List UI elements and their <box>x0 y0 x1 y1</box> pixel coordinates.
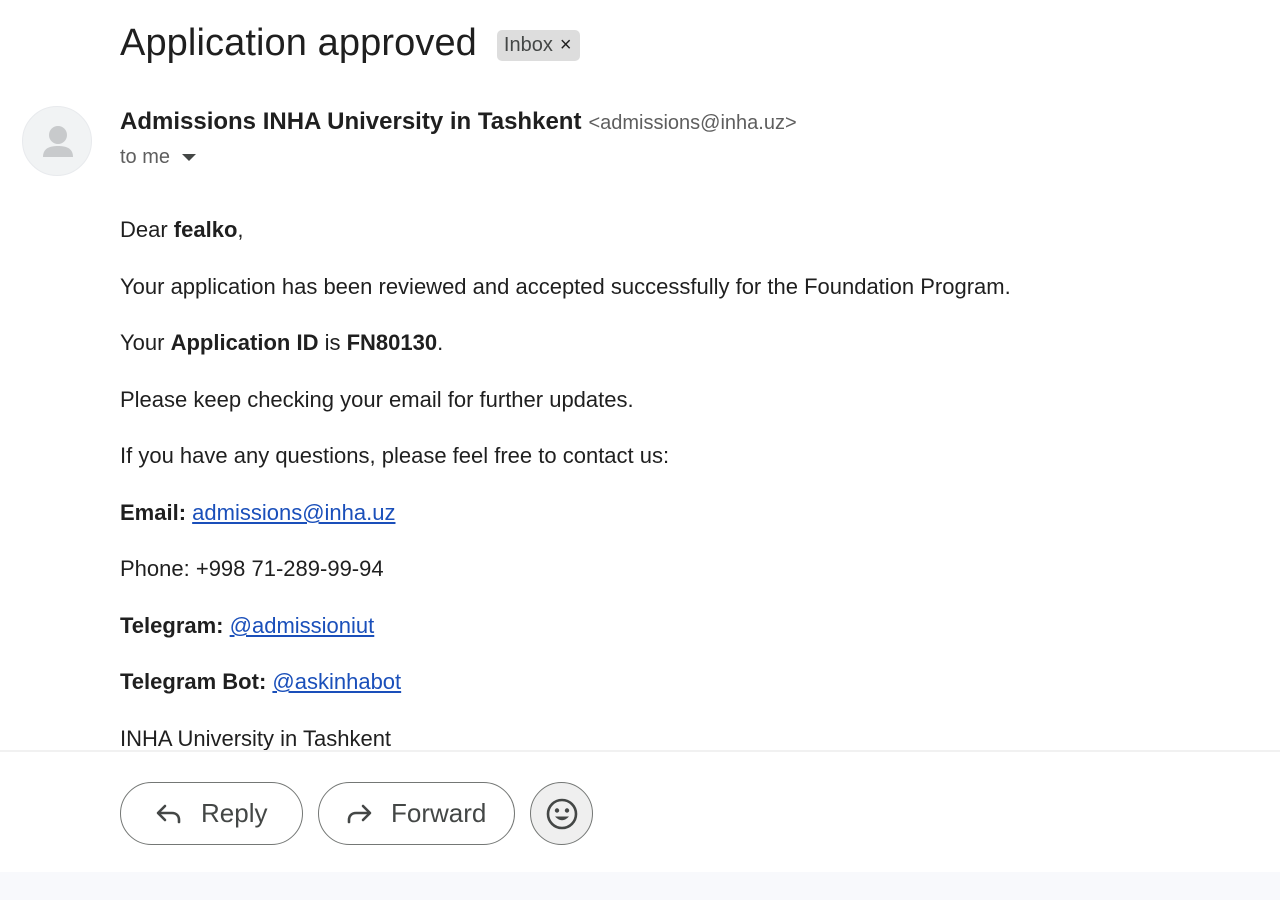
subject-row: Application approved Inbox × <box>120 22 580 65</box>
sender-email: <admissions@inha.uz> <box>588 112 797 134</box>
forward-arrow-icon <box>347 804 372 823</box>
telegram-bot-link[interactable]: @askinhabot <box>272 669 401 694</box>
telegram-bot-line: Telegram Bot: @askinhabot <box>120 669 401 695</box>
reply-arrow-icon <box>156 804 181 823</box>
application-id-line: Your Application ID is FN80130. <box>120 330 443 356</box>
telegram-link[interactable]: @admissioniut <box>230 613 375 638</box>
reply-button[interactable]: Reply <box>120 782 303 845</box>
updates-line: Please keep checking your email for furt… <box>120 387 634 412</box>
forward-label: Forward <box>391 798 487 828</box>
email-contact-line: Email: admissions@inha.uz <box>120 500 395 526</box>
app-id-suffix: . <box>437 330 444 355</box>
label-chip-text: Inbox <box>503 34 553 56</box>
greeting-prefix: Dear <box>120 217 174 242</box>
sender-row: Admissions INHA University in Tashkent <… <box>120 108 797 136</box>
app-id-value: FN80130 <box>346 330 438 355</box>
phone-line: Phone: +998 71-289-99-94 <box>120 556 384 581</box>
recipient-text: to me <box>120 146 171 168</box>
email-subject: Application approved <box>120 22 477 64</box>
questions-line: If you have any questions, please feel f… <box>120 443 670 468</box>
sender-name[interactable]: Admissions INHA University in Tashkent <box>120 108 581 136</box>
footer-band <box>0 872 1280 900</box>
forward-button[interactable]: Forward <box>318 782 515 845</box>
telegram-bot-label: Telegram Bot: <box>120 669 267 694</box>
caret-down-icon[interactable] <box>182 154 197 161</box>
greeting-name: fealko <box>173 217 238 242</box>
accepted-line: Your application has been reviewed and a… <box>120 274 1011 299</box>
emoji-reaction-button[interactable] <box>530 782 593 845</box>
remove-label-icon[interactable]: × <box>560 34 572 57</box>
greeting-line: Dear fealko, <box>120 217 244 243</box>
reply-label: Reply <box>201 798 268 828</box>
recipient-details-toggle[interactable]: to me <box>120 146 197 169</box>
sender-avatar[interactable] <box>22 106 92 176</box>
signature-line: INHA University in Tashkent <box>120 726 392 751</box>
message-actions: Reply Forward <box>120 782 593 845</box>
email-link[interactable]: admissions@inha.uz <box>192 500 395 525</box>
person-icon <box>43 126 73 157</box>
app-id-label: Application ID <box>170 330 319 355</box>
app-id-mid: is <box>318 330 347 355</box>
smiley-icon <box>546 798 577 829</box>
telegram-label: Telegram: <box>120 613 224 638</box>
email-view: Application approved Inbox × Admissions … <box>0 0 1280 900</box>
telegram-line: Telegram: @admissioniut <box>120 613 374 639</box>
divider <box>0 750 1280 752</box>
app-id-prefix: Your <box>120 330 171 355</box>
greeting-suffix: , <box>237 217 244 242</box>
email-label: Email: <box>120 500 187 525</box>
label-chip-inbox[interactable]: Inbox × <box>496 30 580 61</box>
